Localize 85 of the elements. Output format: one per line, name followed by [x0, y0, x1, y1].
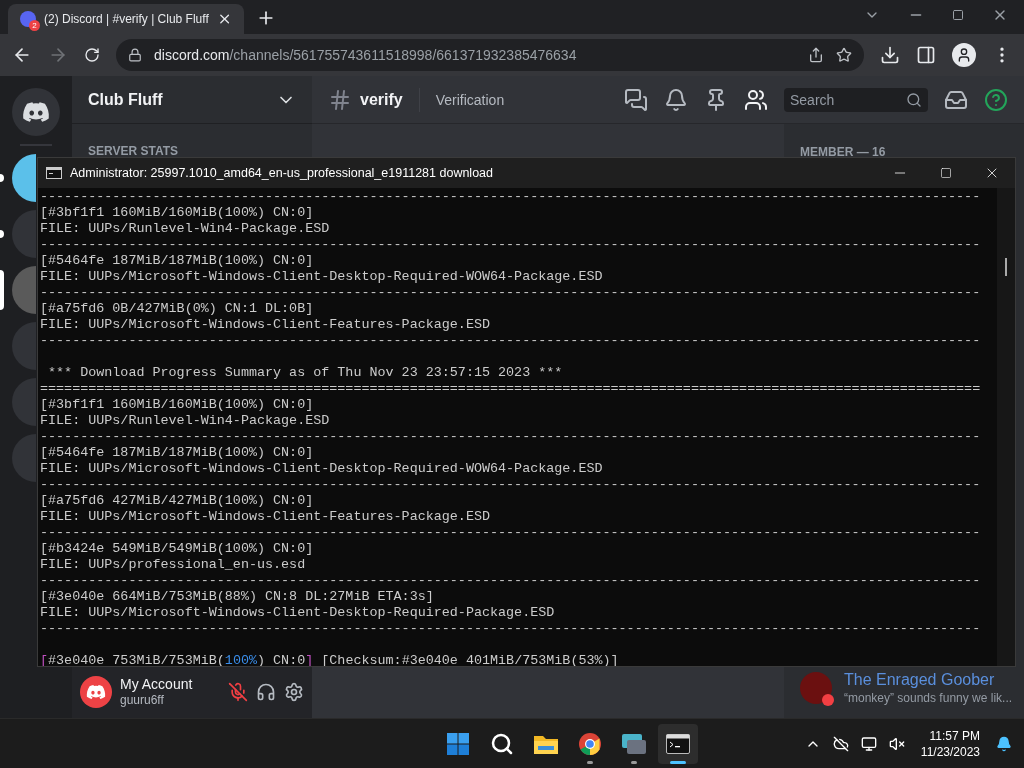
terminal-icon — [666, 733, 691, 754]
terminal-line: *** Download Progress Summary as of Thu Nov 23 23:57:15 2023 *** — [47, 365, 564, 381]
user-tag: guuru6ff — [120, 692, 220, 708]
monitor-app-icon — [621, 732, 648, 755]
terminal-line: --------------------------------------------------------------------------------------------------------------------- — [40, 237, 982, 253]
terminal-line: FILE: UUPs/professional_en-us.esd — [40, 557, 307, 573]
terminal-line: [#a75fd6 0B/427MiB(0%) CN:1 DL:0B] — [40, 301, 315, 317]
member-name: The Enraged Goober — [844, 670, 996, 690]
address-bar[interactable]: discord.com/channels/561755743611518998/661371932385476634 — [116, 39, 864, 71]
terminal-line: [#b3424e 549MiB/549MiB(100%) CN:0] — [40, 541, 315, 557]
lock-icon — [128, 48, 142, 62]
bell-icon[interactable] — [664, 87, 688, 112]
terminal-line: [#5464fe 187MiB/187MiB(100%) CN:0] — [40, 253, 315, 269]
search-icon — [906, 91, 922, 108]
settings-icon[interactable] — [284, 682, 304, 702]
search-input[interactable]: Search — [790, 89, 906, 110]
hash-icon — [328, 87, 352, 112]
terminal-line: [#3e040e 753MiB/753MiB(100%) CN:0] [Checksum:#3e040e 401MiB/753MiB(53%)] — [40, 653, 620, 666]
profile-avatar[interactable] — [952, 43, 976, 67]
tab-title: (2) Discord | #verify | Club Fluff — [44, 11, 209, 27]
clock-date[interactable]: 11/23/2023 — [920, 743, 980, 760]
download-icon[interactable] — [880, 45, 900, 65]
share-icon[interactable] — [808, 47, 824, 63]
terminal-line: FILE: UUPs/Microsoft-Windows-Client-Desktop-Required-WOW64-Package.ESD — [40, 269, 604, 285]
help-icon[interactable] — [984, 87, 1008, 112]
console-icon — [46, 167, 62, 179]
notification-badge: 2 — [29, 20, 40, 31]
member-list-icon[interactable] — [744, 87, 768, 112]
member-list-heading: MEMBER — 16 — [799, 144, 887, 160]
windows-logo-icon — [446, 731, 471, 756]
terminal-line: --------------------------------------------------------------------------------------------------------------------- — [40, 189, 982, 205]
terminal-line: [#3bf1f1 160MiB/160MiB(100%) CN:0] — [40, 397, 315, 413]
side-panel-icon[interactable] — [916, 45, 936, 65]
terminal-line: FILE: UUPs/Microsoft-Windows-Client-Desktop-Required-Package.ESD — [40, 605, 556, 621]
terminal-line: [#a75fd6 427MiB/427MiB(100%) CN:0] — [40, 493, 315, 509]
server-name[interactable]: Club Fluff — [88, 87, 163, 112]
terminal-line: FILE: UUPs/Runlevel-Win4-Package.ESD — [40, 221, 331, 237]
terminal-line: ===================================================================================================================== — [40, 381, 982, 397]
window-title: Administrator: 25997.1010_amd64_en-us_professional_e1911281 download — [70, 164, 494, 182]
terminal-line: --------------------------------------------------------------------------------------------------------------------- — [40, 429, 982, 445]
search-field[interactable]: Search — [784, 87, 928, 112]
active-indicator — [670, 760, 687, 764]
member-item[interactable]: The Enraged Goober “monkey” sounds funny we lik... — [792, 666, 1016, 710]
maximize-icon[interactable] — [940, 167, 952, 179]
discord-logo-icon — [86, 682, 106, 702]
member-avatar — [800, 672, 832, 704]
discord-home-button[interactable] — [12, 88, 60, 136]
terminal-line: --------------------------------------------------------------------------------------------------------------------- — [40, 621, 982, 637]
channel-category[interactable]: SERVER STATS — [88, 144, 179, 158]
terminal-line: FILE: UUPs/Microsoft-Windows-Client-Desktop-Required-WOW64-Package.ESD — [40, 461, 604, 477]
clock-time[interactable]: 11:57 PM — [929, 727, 980, 744]
discord-favicon — [20, 11, 36, 27]
restore-icon[interactable] — [952, 9, 964, 21]
channel-topic: Verification — [435, 90, 505, 110]
terminal-line: FILE: UUPs/Runlevel-Win4-Package.ESD — [40, 413, 331, 429]
scrollbar-thumb[interactable] — [1005, 258, 1007, 276]
running-indicator — [631, 760, 638, 764]
bookmark-star-icon[interactable] — [836, 47, 852, 63]
notification-bell-icon[interactable] — [996, 735, 1012, 752]
terminal-line: --------------------------------------------------------------------------------------------------------------------- — [40, 525, 982, 541]
volume-muted-icon[interactable] — [888, 735, 905, 752]
search-icon — [490, 731, 515, 756]
terminal-line: --------------------------------------------------------------------------------------------------------------------- — [40, 333, 982, 349]
cloud-off-icon[interactable] — [832, 735, 849, 752]
chrome-icon — [578, 731, 603, 756]
taskbar-button[interactable] — [658, 723, 699, 764]
channel-name: verify — [360, 89, 403, 110]
terminal-line: FILE: UUPs/Microsoft-Windows-Client-Features-Package.ESD — [40, 317, 491, 333]
person-icon — [956, 47, 972, 63]
reload-icon[interactable] — [84, 47, 100, 63]
terminal-line: --------------------------------------------------------------------------------------------------------------------- — [40, 285, 982, 301]
terminal-line: [#5464fe 187MiB/187MiB(100%) CN:0] — [40, 445, 315, 461]
terminal-line: FILE: UUPs/Microsoft-Windows-Client-Features-Package.ESD — [40, 509, 491, 525]
terminal-line: --------------------------------------------------------------------------------------------------------------------- — [40, 573, 982, 589]
terminal-line: [#3bf1f1 160MiB/160MiB(100%) CN:0] — [40, 205, 315, 221]
terminal-line: --------------------------------------------------------------------------------------------------------------------- — [40, 477, 982, 493]
browser-tab[interactable]: 2 (2) Discord | #verify | Club Fluff — [8, 4, 244, 34]
microphone-muted-icon[interactable] — [228, 682, 248, 702]
network-icon[interactable] — [860, 735, 877, 752]
username: My Account — [120, 676, 194, 692]
terminal-line: [#3e040e 664MiB/753MiB(88%) CN:8 DL:27MiB ETA:3s] — [40, 589, 435, 605]
running-indicator — [587, 760, 594, 764]
headphones-icon[interactable] — [256, 682, 276, 702]
threads-icon[interactable] — [624, 87, 648, 112]
url-text: discord.com/channels/561755743611518998/661371932385476634 — [154, 46, 578, 65]
